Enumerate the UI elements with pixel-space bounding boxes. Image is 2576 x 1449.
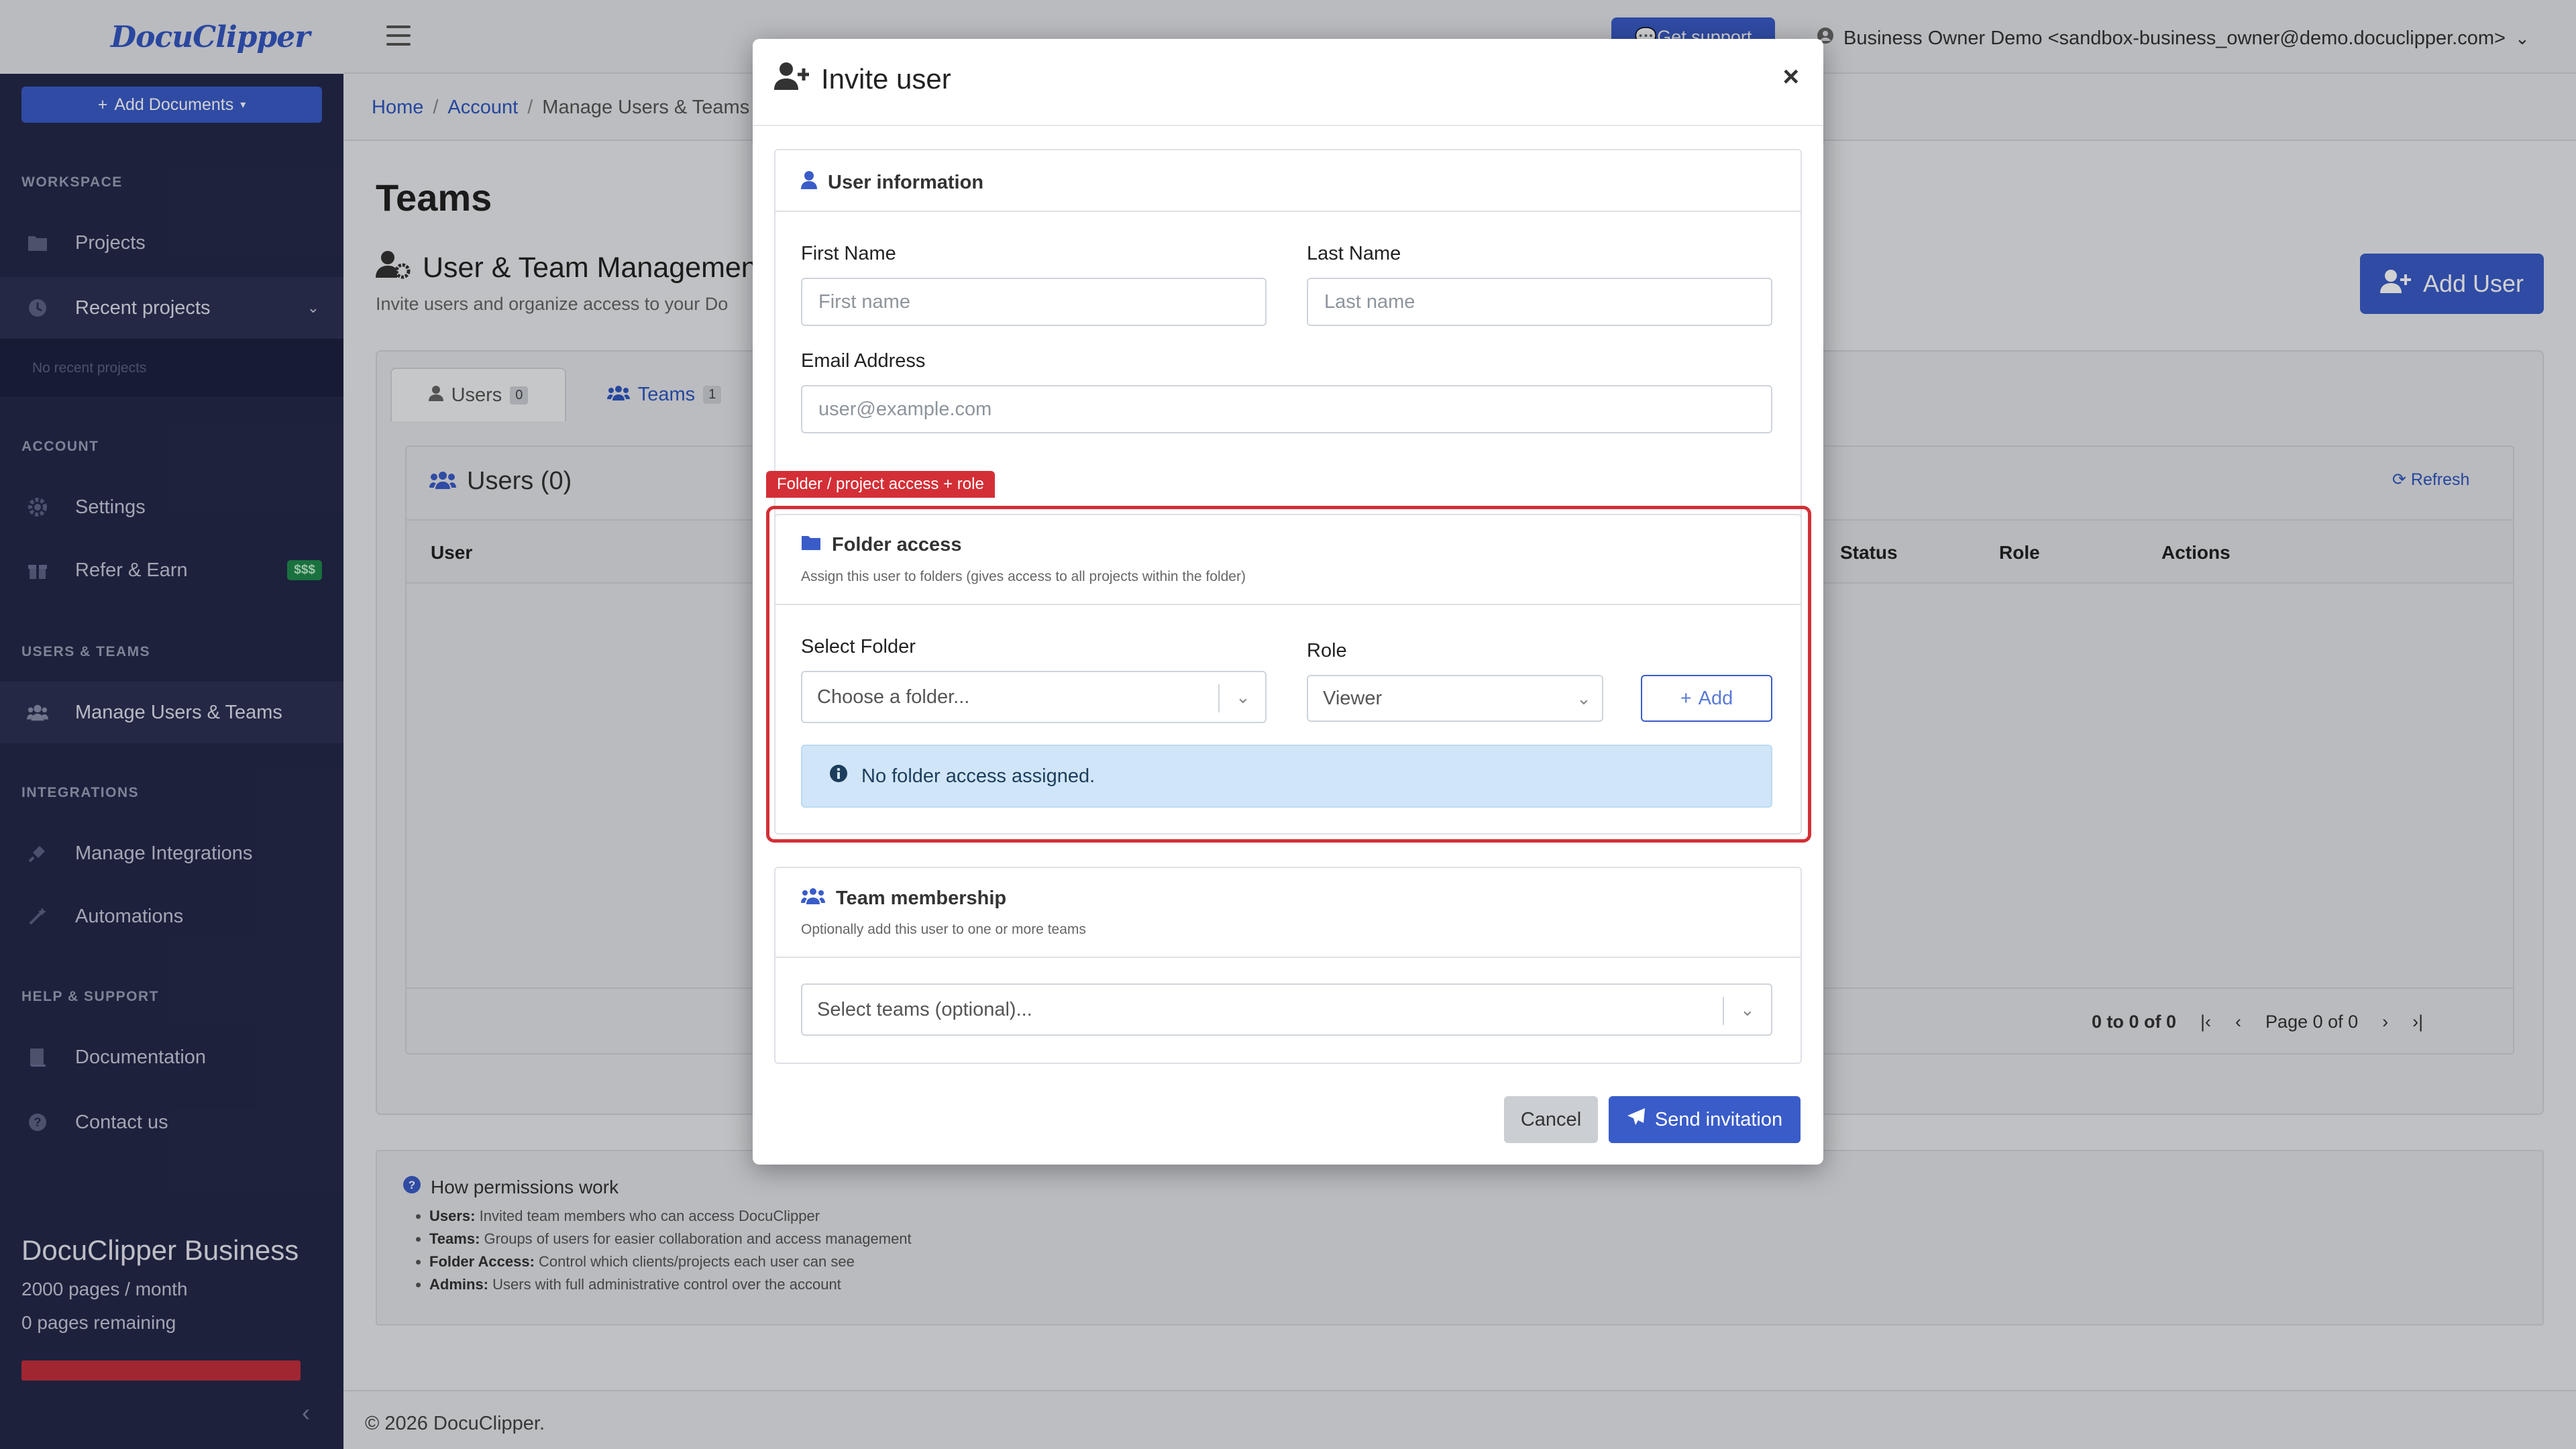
last-name-field[interactable]: Last name [1307, 278, 1772, 326]
email-field[interactable]: user@example.com [801, 385, 1772, 433]
modal-header: Invite user × [753, 39, 1823, 126]
user-plus-icon [774, 62, 809, 97]
users-icon [801, 887, 825, 910]
team-select[interactable]: Select teams (optional)... ⌄ [801, 983, 1772, 1036]
user-information-title-text: User information [828, 171, 984, 193]
email-label: Email Address [801, 350, 926, 372]
paper-plane-icon [1627, 1108, 1646, 1132]
user-information-card: User information First Name First name L… [774, 149, 1802, 521]
card-header [775, 868, 1801, 958]
team-membership-subtitle: Optionally add this user to one or more … [801, 922, 1086, 937]
team-select-value: Select teams (optional)... [817, 998, 1032, 1020]
first-name-field[interactable]: First name [801, 278, 1267, 326]
cancel-button[interactable]: Cancel [1504, 1096, 1598, 1143]
modal-title-text: Invite user [821, 63, 951, 95]
close-icon[interactable]: × [1782, 60, 1799, 93]
send-invitation-label: Send invitation [1654, 1108, 1783, 1130]
modal-title: Invite user [774, 62, 951, 97]
select-divider [1723, 997, 1724, 1025]
highlight-tag: Folder / project access + role [766, 471, 995, 498]
team-membership-title-text: Team membership [836, 887, 1007, 909]
team-membership-title: Team membership [801, 887, 1006, 910]
team-membership-card: Team membership Optionally add this user… [774, 867, 1802, 1064]
send-invitation-button[interactable]: Send invitation [1609, 1096, 1801, 1143]
user-information-title: User information [801, 170, 983, 195]
chevron-down-icon: ⌄ [1740, 1000, 1755, 1020]
first-name-label: First Name [801, 243, 896, 264]
user-icon [801, 170, 817, 195]
last-name-label: Last Name [1307, 243, 1401, 264]
folder-access-highlight [766, 506, 1811, 843]
